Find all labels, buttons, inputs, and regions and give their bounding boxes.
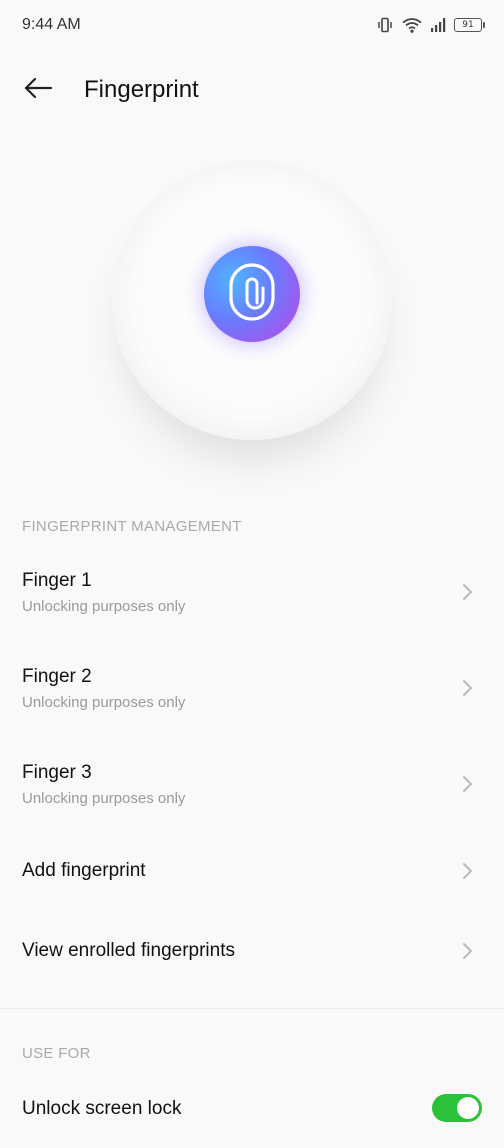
signal-icon [430,17,446,33]
finger-3-subtitle: Unlocking purposes only [22,790,186,807]
status-icons: 91 [376,15,485,35]
list-item-unlock-screen-lock[interactable]: Unlock screen lock [0,1082,504,1138]
chevron-right-icon [463,680,472,696]
app-header: Fingerprint [0,60,504,120]
vibrate-icon [376,17,394,33]
fingerprint-badge [204,246,300,342]
finger-2-subtitle: Unlocking purposes only [22,694,186,711]
battery-level: 91 [462,19,474,30]
fingerprint-hero [0,150,504,480]
fingerprint-settings-screen: 9:44 AM 91 Fingerprint FINGERPRINT MANAG… [0,0,504,1148]
finger-3-title: Finger 3 [22,762,92,783]
finger-2-title: Finger 2 [22,666,92,687]
unlock-screen-lock-label: Unlock screen lock [22,1098,182,1119]
section-divider [0,1008,504,1009]
section-label-management: FINGERPRINT MANAGEMENT [22,518,242,535]
fingerprint-icon [224,260,280,329]
unlock-screen-lock-toggle[interactable] [432,1094,482,1122]
chevron-right-icon [463,584,472,600]
list-item-finger-1[interactable]: Finger 1 Unlocking purposes only [0,556,504,646]
status-time: 9:44 AM [22,16,81,33]
arrow-left-icon [23,76,53,105]
page-title: Fingerprint [84,76,199,103]
list-item-finger-2[interactable]: Finger 2 Unlocking purposes only [0,652,504,742]
chevron-right-icon [463,863,472,879]
chevron-right-icon [463,776,472,792]
wifi-icon [402,17,422,33]
chevron-right-icon [463,943,472,959]
add-fingerprint-button[interactable]: Add fingerprint [0,840,504,904]
view-enrolled-fingerprints-button[interactable]: View enrolled fingerprints [0,920,504,984]
finger-1-subtitle: Unlocking purposes only [22,598,186,615]
battery-icon: 91 [454,18,485,32]
status-bar: 9:44 AM 91 [0,0,504,50]
finger-1-title: Finger 1 [22,570,92,591]
toggle-knob [457,1097,479,1119]
view-enrolled-label: View enrolled fingerprints [22,940,235,961]
section-label-use-for: USE FOR [22,1045,91,1062]
back-button[interactable] [20,72,56,108]
add-fingerprint-label: Add fingerprint [22,860,146,881]
list-item-finger-3[interactable]: Finger 3 Unlocking purposes only [0,748,504,838]
